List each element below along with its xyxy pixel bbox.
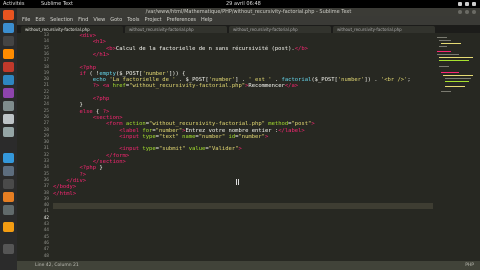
- menu-view[interactable]: View: [93, 17, 105, 23]
- tab-bar: without_recursivity-factorial.php withou…: [17, 25, 480, 33]
- activities-button[interactable]: Activités: [3, 0, 24, 8]
- files-icon[interactable]: [3, 127, 14, 137]
- menu-preferences[interactable]: Preferences: [167, 17, 196, 23]
- menu-edit[interactable]: Edit: [35, 17, 45, 23]
- network-icon: [458, 2, 462, 6]
- menu-bar: File Edit Selection Find View Goto Tools Projec…: [17, 16, 480, 25]
- vlc-icon[interactable]: [3, 49, 14, 59]
- minimap[interactable]: [433, 33, 480, 261]
- app-menu[interactable]: Sublime Text: [41, 0, 73, 8]
- calculator-icon[interactable]: [3, 205, 14, 215]
- minimap-line: [439, 57, 473, 58]
- minimap-line: [439, 40, 451, 41]
- menu-help[interactable]: Help: [201, 17, 212, 23]
- tab-2[interactable]: without_recursivity-factorial.php: [125, 26, 227, 33]
- menu-tools[interactable]: Tools: [127, 17, 139, 23]
- menu-selection[interactable]: Selection: [50, 17, 73, 23]
- minimap-line: [437, 37, 447, 38]
- minimap-line: [445, 78, 471, 79]
- sublime-window: /var/www/html/Mathematique/PHP/without_r…: [17, 8, 480, 270]
- window-icon[interactable]: [3, 153, 14, 163]
- tool-icon[interactable]: [3, 101, 14, 111]
- mouse-cursor: [236, 179, 239, 185]
- tab-3[interactable]: without_recursivity-factorial.php: [229, 26, 331, 33]
- window-title: /var/www/html/Mathematique/PHP/without_r…: [17, 8, 480, 16]
- power-icon: [472, 2, 476, 6]
- settings-icon[interactable]: [3, 75, 14, 85]
- show-apps-icon[interactable]: [3, 244, 14, 254]
- minimap-line: [441, 43, 461, 44]
- minimap-line: [437, 51, 451, 52]
- maximize-icon[interactable]: [465, 10, 469, 14]
- status-bar: Line 42, Column 21 PHP: [17, 261, 480, 270]
- menu-goto[interactable]: Goto: [110, 17, 122, 23]
- terminal-icon[interactable]: [3, 36, 14, 46]
- tab-4[interactable]: without_recursivity-factorial.php: [333, 26, 435, 33]
- line-number: 48: [43, 253, 49, 259]
- ruby-icon[interactable]: [3, 62, 14, 72]
- menu-find[interactable]: Find: [78, 17, 88, 23]
- code-line: <input type="text" name="number" id="num…: [119, 133, 269, 140]
- volume-icon: [465, 2, 469, 6]
- code-line: ?> <a href="without_recursivity-factoria…: [92, 83, 299, 90]
- clock[interactable]: 29 avril 06:48: [226, 0, 261, 8]
- minimap-line: [441, 72, 459, 73]
- status-position: Line 42, Column 21: [35, 263, 79, 268]
- system-tray[interactable]: [458, 0, 476, 6]
- code-editor[interactable]: <div> <h1> <b>Calcul de la factorielle d…: [53, 33, 433, 261]
- minimap-line: [445, 81, 469, 82]
- menu-file[interactable]: File: [22, 17, 30, 23]
- help-icon[interactable]: [3, 114, 14, 124]
- status-syntax[interactable]: PHP: [465, 261, 474, 270]
- top-panel: Activités Sublime Text 29 avril 06:48: [0, 0, 480, 8]
- minimap-line: [439, 46, 447, 47]
- minimap-line: [443, 75, 473, 76]
- close-icon[interactable]: [472, 10, 476, 14]
- firefox-icon[interactable]: [3, 192, 14, 202]
- ubuntu-software-icon[interactable]: [3, 10, 14, 20]
- minimap-line: [445, 86, 465, 87]
- monitor-icon[interactable]: [3, 166, 14, 176]
- sublime-text-icon[interactable]: [3, 222, 14, 232]
- menu-project[interactable]: Project: [145, 17, 162, 23]
- window-title-text: /var/www/html/Mathematique/PHP/without_r…: [145, 9, 352, 15]
- window-controls[interactable]: [458, 10, 476, 14]
- line-number-gutter: 13 14 15 16 17 18 19 20 21 22 23 24 25 26 27 28 29 30 31 32…: [17, 33, 53, 261]
- minimap-line: [441, 91, 451, 92]
- code-line: </html>: [53, 190, 77, 197]
- minimap-line: [439, 66, 449, 67]
- minimap-line: [437, 54, 459, 55]
- editor-icon[interactable]: [3, 88, 14, 98]
- minimize-icon[interactable]: [458, 10, 462, 14]
- tab-1[interactable]: without_recursivity-factorial.php: [21, 26, 123, 33]
- dock: [0, 8, 17, 270]
- skype-icon[interactable]: [3, 23, 14, 33]
- code-line: </h1>: [92, 51, 110, 58]
- app-icon[interactable]: [3, 179, 14, 189]
- minimap-line: [439, 60, 469, 61]
- current-line-highlight: [53, 203, 433, 210]
